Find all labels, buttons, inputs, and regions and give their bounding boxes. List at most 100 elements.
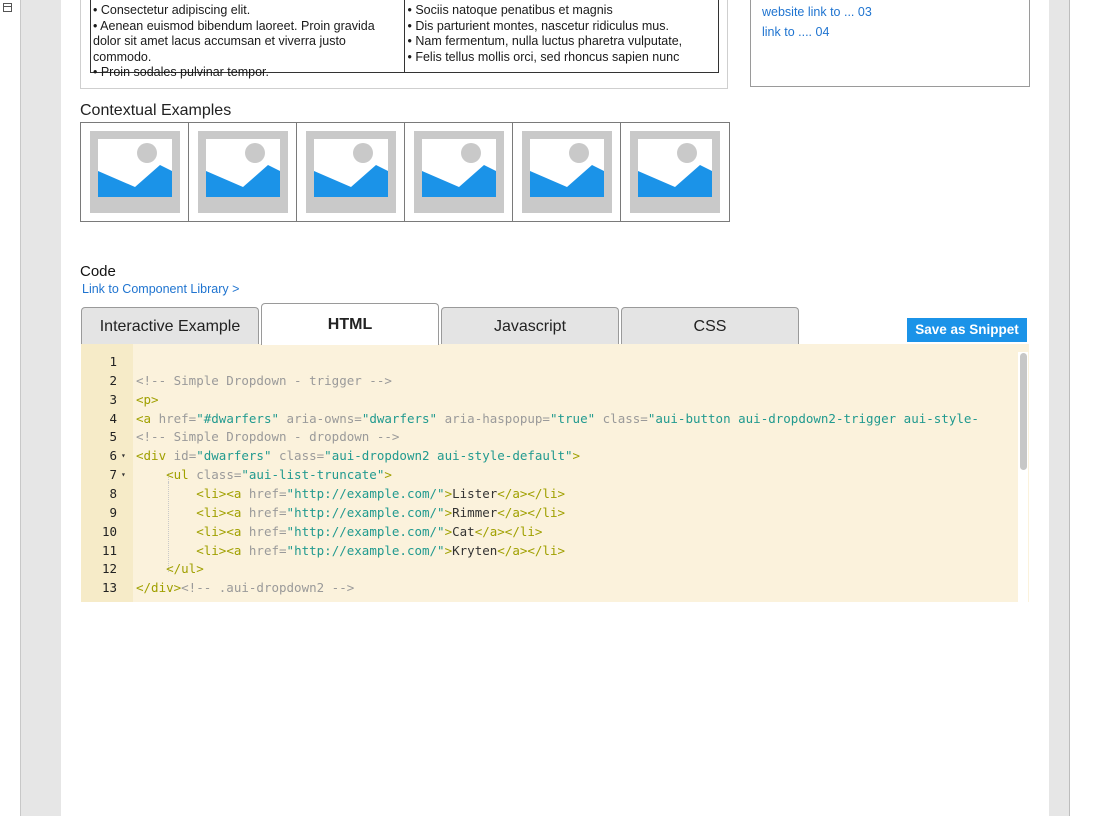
code-token: <!-- .aui-dropdown2 -->	[181, 580, 355, 596]
code-token: >	[384, 467, 392, 483]
list-item: • Aenean euismod bibendum laoreet. Proin…	[93, 18, 375, 64]
code-line[interactable]: 8 <li><a href="http://example.com/">List…	[81, 484, 1016, 503]
code-token: </div>	[136, 580, 182, 596]
list-item: • Proin sodales pulvinar tempor.	[93, 65, 269, 79]
image-placeholder-icon	[414, 131, 504, 213]
code-text: <!-- Simple Dropdown - trigger -->	[136, 371, 392, 390]
code-token: href=	[248, 542, 287, 558]
code-section-title: Code	[80, 263, 116, 280]
code-token: aria-haspopup=	[437, 410, 550, 426]
code-line[interactable]: 6 ▾ <div id="dwarfers" class="aui-dropdown…	[81, 446, 1016, 465]
code-token: <li><a	[196, 523, 249, 539]
line-number: 12	[101, 561, 117, 577]
page-gutter-right	[1049, 0, 1070, 816]
code-text: <!-- Simple Dropdown - dropdown -->	[136, 427, 399, 446]
code-token: </ul>	[166, 561, 204, 577]
save-as-snippet-button[interactable]: Save as Snippet	[907, 318, 1027, 342]
code-token: "http://example.com/"	[286, 542, 445, 558]
line-number: 11	[101, 542, 117, 558]
tab-html[interactable]: HTML	[261, 303, 439, 345]
code-token: "aui-button aui-dropdown2-trigger aui-st…	[647, 410, 979, 426]
line-number: 5	[109, 429, 117, 445]
code-token: href=	[158, 410, 197, 426]
code-line[interactable]: 12 </ul>	[81, 559, 1016, 578]
line-number: 6	[109, 448, 117, 464]
code-token: "http://example.com/"	[286, 485, 445, 501]
code-editor[interactable]: 1 2 <!-- Simple Dropdown - trigger --> 3 <p>…	[81, 344, 1029, 602]
code-token: <ul	[166, 467, 197, 483]
line-number: 3	[109, 391, 117, 407]
line-number: 13	[101, 580, 117, 596]
fold-toggle-icon[interactable]: ▾	[121, 446, 126, 465]
fold-toggle-icon[interactable]: ▾	[121, 465, 126, 484]
image-placeholder-thumbnail[interactable]	[189, 123, 297, 221]
component-library-link[interactable]: Link to Component Library >	[82, 282, 239, 296]
contextual-examples-title: Contextual Examples	[80, 102, 232, 119]
code-token: "aui-dropdown2 aui-style-default"	[324, 448, 573, 464]
code-token: <div	[136, 448, 174, 464]
code-text: <li><a href="http://example.com/">Cat</a…	[136, 522, 542, 541]
line-number: 10	[101, 523, 117, 539]
code-line[interactable]: 13 </div><!-- .aui-dropdown2 -->	[81, 578, 1016, 597]
code-line[interactable]: 10 <li><a href="http://example.com/">Cat…	[81, 522, 1016, 541]
code-text: <li><a href="http://example.com/">Kryten…	[136, 541, 565, 560]
code-line[interactable]: 11 <li><a href="http://example.com/">Kry…	[81, 541, 1016, 560]
code-token: <!-- Simple Dropdown - trigger -->	[136, 372, 392, 388]
code-token: "#dwarfers"	[196, 410, 280, 426]
line-number: 9	[109, 504, 117, 520]
code-text: <ul class="aui-list-truncate">	[136, 465, 392, 484]
tab-css[interactable]: CSS	[621, 307, 799, 344]
code-line[interactable]: 9 <li><a href="http://example.com/">Rimm…	[81, 503, 1016, 522]
code-token: class=	[271, 448, 325, 464]
code-text: <a href="#dwarfers" aria-owns="dwarfers"…	[136, 409, 979, 428]
code-token: href=	[248, 523, 287, 539]
tab-javascript[interactable]: Javascript	[441, 307, 619, 344]
image-placeholder-thumbnail[interactable]	[513, 123, 621, 221]
code-line[interactable]: 3 <p>	[81, 390, 1016, 409]
page-gutter-left	[21, 0, 61, 816]
editor-scrollbar-thumb[interactable]	[1020, 353, 1027, 470]
code-token: aria-owns=	[279, 410, 362, 426]
website-link-03[interactable]: website link to ... 03	[762, 5, 872, 19]
code-line[interactable]: 7 ▾ <ul class="aui-list-truncate">	[81, 465, 1016, 484]
line-number: 4	[109, 410, 117, 426]
code-token: Kryten	[452, 542, 498, 558]
code-line[interactable]: 2 <!-- Simple Dropdown - trigger -->	[81, 371, 1016, 390]
code-token: "true"	[549, 410, 596, 426]
code-line[interactable]: 5 <!-- Simple Dropdown - dropdown -->	[81, 427, 1016, 446]
code-token: href=	[248, 504, 287, 520]
image-placeholder-thumbnail[interactable]	[81, 123, 189, 221]
website-link-04[interactable]: link to .... 04	[762, 25, 829, 39]
code-token: </a></li>	[497, 485, 566, 501]
code-line[interactable]: 1	[81, 352, 1016, 371]
image-placeholder-thumbnail[interactable]	[621, 123, 729, 221]
code-token: <a	[136, 410, 159, 426]
code-text: <p>	[136, 390, 159, 409]
code-text: </ul>	[136, 559, 204, 578]
code-token: >	[444, 504, 453, 520]
list-item: • Dis parturient montes, nascetur ridicu…	[407, 18, 669, 33]
code-token: Rimmer	[452, 504, 498, 520]
window-icon[interactable]	[3, 3, 12, 12]
code-token: >	[444, 523, 453, 539]
code-token: "dwarfers"	[196, 448, 272, 464]
code-line[interactable]: 4 <a href="#dwarfers" aria-owns="dwarfers…	[81, 409, 1016, 428]
code-token: <li><a	[196, 542, 249, 558]
code-text: </div><!-- .aui-dropdown2 -->	[136, 578, 354, 597]
left-rail	[0, 0, 21, 816]
line-number: 2	[109, 372, 117, 388]
tab-interactive-example[interactable]: Interactive Example	[81, 307, 259, 344]
code-token: </a></li>	[474, 523, 543, 539]
code-token: >	[444, 485, 453, 501]
image-placeholder-icon	[630, 131, 720, 213]
image-placeholder-thumbnail[interactable]	[405, 123, 513, 221]
code-token: <li><a	[196, 485, 249, 501]
code-text: <li><a href="http://example.com/">Rimmer…	[136, 503, 565, 522]
info-table: • Consectetur adipiscing elit. • Aenean …	[90, 0, 719, 79]
image-placeholder-thumbnail[interactable]	[297, 123, 405, 221]
